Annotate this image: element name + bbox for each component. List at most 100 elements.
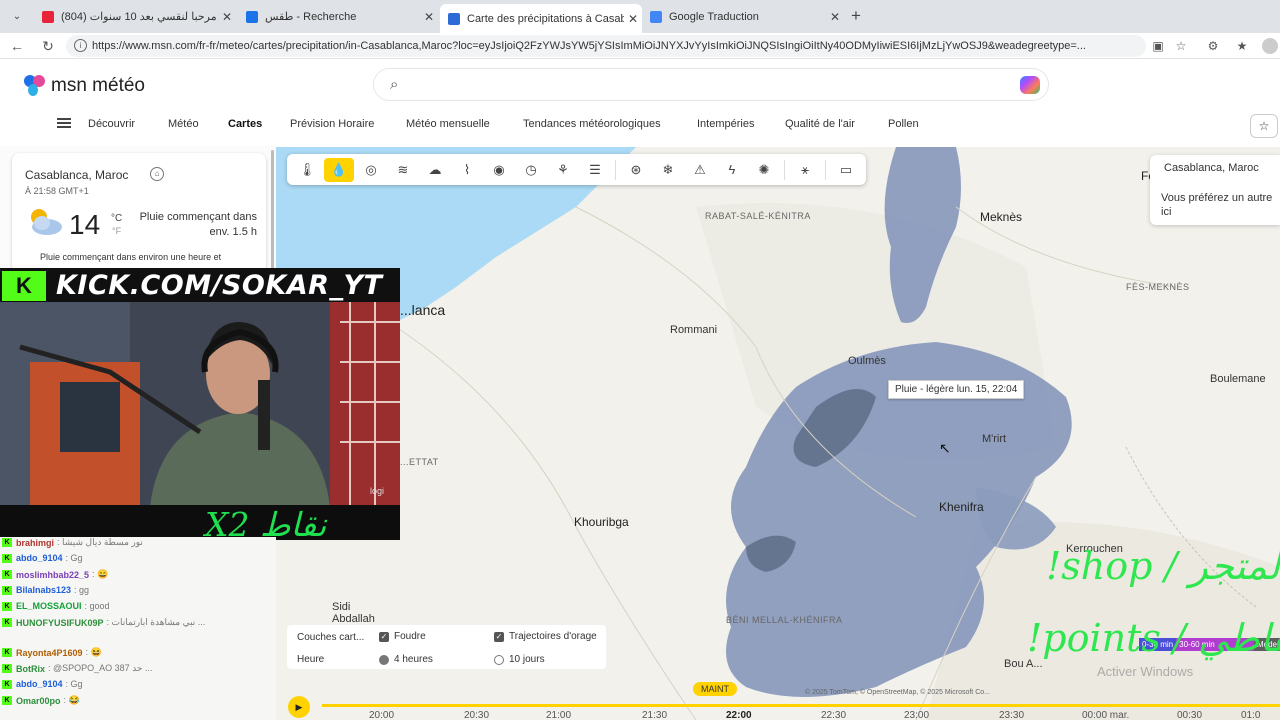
nav-tendances[interactable]: Tendances météorologiques — [523, 118, 661, 130]
precipitation-icon[interactable]: 💧 — [324, 157, 354, 182]
temperature-value: 14 — [69, 209, 101, 240]
observation-time: À 21:58 GMT+1 — [25, 186, 89, 196]
unit-fahrenheit[interactable]: °F — [112, 226, 121, 236]
site-info-icon[interactable]: i — [74, 39, 87, 52]
home-icon[interactable]: ⌂ — [150, 167, 164, 181]
time-tick: 23:00 — [904, 710, 930, 721]
hurricane-icon[interactable]: ⊛ — [621, 158, 651, 182]
close-icon[interactable]: ✕ — [826, 10, 844, 24]
option-4h-radio[interactable]: 4 heures — [379, 654, 433, 665]
wind-icon[interactable]: ≋ — [388, 158, 418, 182]
visibility-icon[interactable]: ◉ — [484, 158, 514, 182]
split-screen-icon[interactable]: ▣ — [1150, 38, 1166, 54]
tab-youtube[interactable]: (804) مرحبا لنقسي بعد 10 سنوات - ... ✕ — [34, 4, 236, 29]
nav-meteo-mensuelle[interactable]: Météo mensuelle — [406, 118, 490, 130]
ski-icon[interactable]: ⚹ — [790, 158, 820, 182]
kick-badge-icon: K — [2, 648, 12, 657]
close-icon[interactable]: ✕ — [218, 10, 236, 24]
temperature-icon[interactable]: 🌡 — [292, 158, 322, 182]
current-weather-card[interactable]: Casablanca, Maroc ⌂ À 21:58 GMT+1 14 °C … — [12, 153, 266, 273]
close-icon[interactable]: ✕ — [420, 10, 438, 24]
points-x2-banner: X2 نقاط — [0, 505, 400, 544]
map-layer-toolbar: 🌡 💧 ◎ ≋ ☁ ⌇ ◉ ◷ ⚘ ☰ ⊛ ❄ ⚠ ϟ ✺ ⚹ ▭ — [287, 154, 866, 185]
toolbar-divider — [615, 159, 616, 180]
time-tick: 21:30 — [642, 710, 668, 721]
location-info-card[interactable]: Casablanca, Maroc Vous préférez un autre… — [1150, 155, 1280, 225]
tab-google-translate[interactable]: Google Traduction ✕ — [642, 4, 844, 29]
chat-text: : نور مسطة ديال شيشا — [57, 537, 143, 547]
region-label: FÈS-MEKNÈS — [1126, 282, 1190, 292]
city-label: Khouribga — [574, 515, 629, 529]
address-bar-row: ← ↻ i https://www.msn.com/fr-fr/meteo/ca… — [0, 33, 1280, 59]
tab-search-icon[interactable]: ⌄ — [8, 8, 26, 26]
air-quality-icon[interactable]: ☰ — [580, 158, 610, 182]
timeline[interactable]: ▶ MAINT 20:00 20:30 21:00 21:30 22:00 22… — [276, 682, 1280, 721]
city-label: Sidi Abdallah — [332, 601, 375, 625]
favorites-icon[interactable]: ★ — [1234, 38, 1250, 54]
logi-watermark: logi — [370, 486, 385, 496]
foudre-checkbox[interactable]: ✓ Foudre — [379, 631, 426, 642]
chat-message: K Bilalnabs123: gg — [2, 585, 89, 595]
reload-icon[interactable]: ↻ — [39, 37, 57, 55]
unit-celsius[interactable]: °C — [111, 213, 122, 224]
msn-favicon-icon — [448, 12, 460, 25]
menu-icon[interactable] — [57, 118, 71, 128]
chat-user: Bilalnabs123 — [16, 585, 72, 595]
tab-title: Carte des précipitations à Casablanca... — [467, 12, 624, 25]
chat-user: Rayonta4P1609 — [16, 647, 83, 658]
warning-icon[interactable]: ⚠ — [685, 158, 715, 182]
personalize-button[interactable]: ☆ — [1250, 114, 1278, 138]
url-field[interactable]: i https://www.msn.com/fr-fr/meteo/cartes… — [66, 35, 1146, 57]
kick-badge-icon: K — [2, 570, 12, 579]
feedback-icon[interactable]: ▭ — [831, 158, 861, 182]
tab-msn-map[interactable]: Carte des précipitations à Casablanca...… — [440, 4, 642, 33]
shop-overlay-text: !shop / المتجر — [1046, 544, 1280, 588]
heure-label: Heure — [297, 654, 324, 665]
copilot-icon[interactable] — [1020, 76, 1040, 94]
msn-butterfly-icon — [24, 75, 48, 97]
map-copyright: © 2025 TomTom, © OpenStreetMap, © 2025 M… — [805, 689, 990, 696]
chat-message: K BotRix: @SPOPO_AO 387 حد ... — [2, 663, 153, 674]
trajectoires-checkbox[interactable]: ✓ Trajectoires d'orage — [494, 631, 597, 642]
pollen-icon[interactable]: ⚘ — [548, 158, 578, 182]
nav-intemperies[interactable]: Intempéries — [697, 118, 754, 130]
nav-meteo[interactable]: Météo — [168, 118, 199, 130]
chat-user: brahimgi — [16, 537, 55, 548]
region-label: ...ETTAT — [400, 457, 439, 467]
extension-icon[interactable]: ⚙ — [1205, 38, 1221, 54]
pressure-icon[interactable]: ◷ — [516, 158, 546, 182]
snow-icon[interactable]: ❄ — [653, 158, 683, 182]
city-label: Boulemane — [1210, 373, 1266, 385]
nav-prevision-horaire[interactable]: Prévision Horaire — [290, 118, 374, 130]
humidity-icon[interactable]: ⌇ — [452, 158, 482, 182]
nav-qualite-air[interactable]: Qualité de l'air — [785, 118, 855, 130]
activate-windows-watermark: Activer Windows — [1097, 664, 1194, 679]
layers-title: Couches cart... — [297, 632, 364, 643]
radar-icon[interactable]: ◎ — [356, 158, 386, 182]
now-marker: MAINT — [693, 682, 737, 696]
msn-logo[interactable]: msn météo — [24, 75, 145, 97]
profile-avatar[interactable] — [1262, 38, 1278, 54]
option-10j-radio[interactable]: 10 jours — [494, 654, 545, 665]
nav-pollen[interactable]: Pollen — [888, 118, 919, 130]
time-tick: 00:30 — [1177, 710, 1203, 721]
storm-icon[interactable]: ✺ — [749, 158, 779, 182]
tab-search[interactable]: طقس - Recherche ✕ — [238, 4, 438, 29]
mouse-cursor-icon: ↖ — [939, 440, 951, 456]
favorite-star-icon[interactable]: ☆ — [1173, 38, 1189, 54]
back-icon[interactable]: ← — [8, 37, 26, 55]
trajectoires-label: Trajectoires d'orage — [509, 631, 597, 642]
play-button[interactable]: ▶ — [288, 696, 310, 718]
nav-cartes[interactable]: Cartes — [228, 118, 262, 130]
chat-message: K Rayonta4P1609: 😆 — [2, 647, 102, 658]
left-panel-scrollbar[interactable] — [271, 150, 274, 270]
tab-title: Google Traduction — [669, 10, 759, 23]
close-icon[interactable]: ✕ — [624, 12, 642, 26]
cloud-icon[interactable]: ☁ — [420, 158, 450, 182]
chat-message: K HUNOFYUSIFUK09P: نبي مشاهدة ابارتمانات … — [2, 617, 205, 628]
timeline-track[interactable] — [322, 704, 1280, 707]
search-input[interactable]: ⌕ — [373, 68, 1049, 101]
lightning-icon[interactable]: ϟ — [717, 158, 747, 182]
new-tab-button[interactable]: + — [851, 6, 861, 26]
nav-decouvrir[interactable]: Découvrir — [88, 118, 135, 130]
